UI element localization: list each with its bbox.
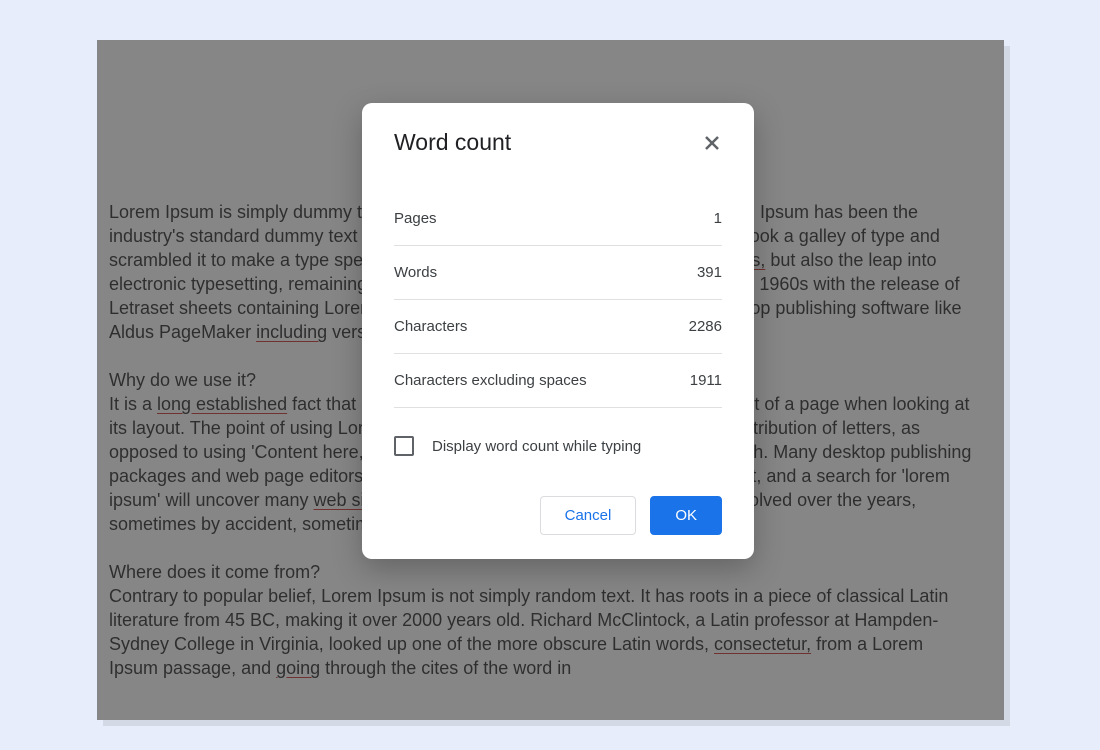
dialog-actions: Cancel OK [394, 496, 722, 535]
stat-value: 391 [697, 264, 722, 281]
word-count-dialog: Word count Pages 1 Words 391 Characters … [362, 103, 754, 559]
stat-label: Pages [394, 210, 437, 227]
close-icon [704, 135, 720, 151]
stat-value: 1 [714, 210, 722, 227]
stat-label: Characters [394, 318, 467, 335]
stat-label: Characters excluding spaces [394, 372, 587, 389]
stat-value: 2286 [689, 318, 722, 335]
stat-value: 1911 [690, 372, 722, 389]
checkbox[interactable] [394, 436, 414, 456]
stat-row-characters-nospace: Characters excluding spaces 1911 [394, 354, 722, 408]
stat-row-pages: Pages 1 [394, 192, 722, 246]
ok-button[interactable]: OK [650, 496, 722, 535]
dialog-header: Word count [394, 129, 722, 156]
dialog-title: Word count [394, 129, 511, 156]
checkbox-label: Display word count while typing [432, 438, 641, 455]
close-button[interactable] [702, 133, 722, 153]
stat-label: Words [394, 264, 437, 281]
display-while-typing-option[interactable]: Display word count while typing [394, 408, 722, 496]
cancel-button[interactable]: Cancel [540, 496, 637, 535]
stat-row-characters: Characters 2286 [394, 300, 722, 354]
stat-row-words: Words 391 [394, 246, 722, 300]
